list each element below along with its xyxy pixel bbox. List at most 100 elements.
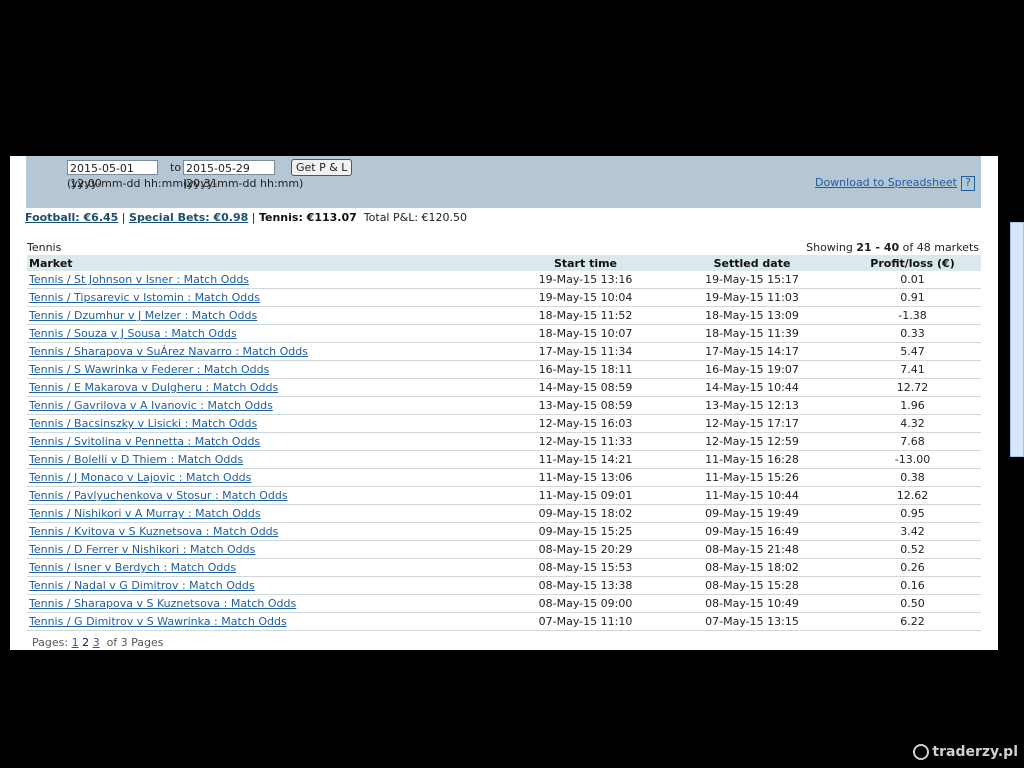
- profit-loss: 0.52: [844, 540, 981, 559]
- settled-date: 11-May-15 10:44: [660, 486, 844, 505]
- to-date-hint: (yyyy-mm-dd hh:mm): [183, 177, 304, 190]
- start-time: 08-May-15 20:29: [511, 540, 660, 559]
- page-1-link[interactable]: 1: [72, 636, 79, 649]
- section-title: Tennis: [27, 241, 62, 254]
- table-row: Tennis / Sharapova v SuÁrez Navarro : Ma…: [27, 342, 981, 361]
- settled-date: 09-May-15 16:49: [660, 522, 844, 541]
- market-link[interactable]: Tennis / Souza v J Sousa : Match Odds: [29, 327, 237, 340]
- market-link[interactable]: Tennis / Isner v Berdych : Match Odds: [29, 561, 236, 574]
- market-link[interactable]: Tennis / Dzumhur v J Melzer : Match Odds: [29, 309, 257, 322]
- market-link[interactable]: Tennis / Bolelli v D Thiem : Match Odds: [29, 453, 243, 466]
- market-link[interactable]: Tennis / Bacsinszky v Lisicki : Match Od…: [29, 417, 257, 430]
- pages-label: Pages:: [32, 636, 69, 649]
- table-row: Tennis / St Johnson v Isner : Match Odds…: [27, 271, 981, 289]
- profit-loss: 0.91: [844, 288, 981, 307]
- settled-date: 19-May-15 15:17: [660, 271, 844, 289]
- market-cell: Tennis / Gavrilova v A Ivanovic : Match …: [27, 396, 511, 415]
- market-cell: Tennis / Nishikori v A Murray : Match Od…: [27, 504, 511, 523]
- showing-prefix: Showing: [806, 241, 857, 254]
- market-cell: Tennis / Sharapova v SuÁrez Navarro : Ma…: [27, 342, 511, 361]
- from-date-input[interactable]: 2015-05-01 12:00: [67, 160, 158, 190]
- market-link[interactable]: Tennis / Sharapova v S Kuznetsova : Matc…: [29, 597, 296, 610]
- market-link[interactable]: Tennis / St Johnson v Isner : Match Odds: [29, 273, 249, 286]
- profit-loss: 0.01: [844, 271, 981, 289]
- showing-range: 21 - 40: [856, 241, 900, 254]
- download-label[interactable]: Download to Spreadsheet: [815, 176, 957, 189]
- help-icon[interactable]: ?: [961, 176, 975, 191]
- settled-date: 11-May-15 15:26: [660, 468, 844, 487]
- start-time: 09-May-15 15:25: [511, 522, 660, 541]
- start-time: 19-May-15 13:16: [511, 271, 660, 289]
- start-time: 14-May-15 08:59: [511, 378, 660, 397]
- profit-loss: 1.96: [844, 396, 981, 415]
- settled-date: 08-May-15 15:28: [660, 576, 844, 595]
- profit-loss: 0.50: [844, 594, 981, 613]
- special-bets-link[interactable]: Special Bets: €0.98: [129, 211, 248, 224]
- table-row: Tennis / Nadal v G Dimitrov : Match Odds…: [27, 576, 981, 595]
- market-cell: Tennis / Nadal v G Dimitrov : Match Odds: [27, 576, 511, 595]
- showing-suffix: of 48 markets: [899, 241, 979, 254]
- market-cell: Tennis / Bolelli v D Thiem : Match Odds: [27, 450, 511, 469]
- profit-loss: 0.38: [844, 468, 981, 487]
- start-time: 13-May-15 08:59: [511, 396, 660, 415]
- table-row: Tennis / Pavlyuchenkova v Stosur : Match…: [27, 486, 981, 505]
- market-link[interactable]: Tennis / Svitolina v Pennetta : Match Od…: [29, 435, 260, 448]
- settled-date: 07-May-15 13:15: [660, 612, 844, 631]
- football-link[interactable]: Football: €6.45: [25, 211, 118, 224]
- tennis-total: Tennis: €113.07: [258, 211, 357, 224]
- market-link[interactable]: Tennis / S Wawrinka v Federer : Match Od…: [29, 363, 269, 376]
- table-row: Tennis / Kvitova v S Kuznetsova : Match …: [27, 522, 981, 541]
- market-link[interactable]: Tennis / Nishikori v A Murray : Match Od…: [29, 507, 261, 520]
- start-time: 08-May-15 15:53: [511, 558, 660, 577]
- from-date-hint: (yyyy-mm-dd hh:mm): [67, 177, 188, 190]
- market-cell: Tennis / Isner v Berdych : Match Odds: [27, 558, 511, 577]
- profit-loss: 0.16: [844, 576, 981, 595]
- pagination: Pages: 1 2 3 of 3 Pages: [32, 636, 164, 649]
- profit-loss: 6.22: [844, 612, 981, 631]
- settled-date: 13-May-15 12:13: [660, 396, 844, 415]
- to-label: to: [170, 161, 182, 174]
- profit-loss: 3.42: [844, 522, 981, 541]
- start-time: 09-May-15 18:02: [511, 504, 660, 523]
- market-link[interactable]: Tennis / Pavlyuchenkova v Stosur : Match…: [29, 489, 288, 502]
- scrollbar-thumb[interactable]: [1010, 222, 1024, 457]
- start-time: 17-May-15 11:34: [511, 342, 660, 361]
- start-time: 11-May-15 09:01: [511, 486, 660, 505]
- market-link[interactable]: Tennis / G Dimitrov v S Wawrinka : Match…: [29, 615, 287, 628]
- table-row: Tennis / Dzumhur v J Melzer : Match Odds…: [27, 306, 981, 325]
- market-cell: Tennis / Pavlyuchenkova v Stosur : Match…: [27, 486, 511, 505]
- market-link[interactable]: Tennis / Nadal v G Dimitrov : Match Odds: [29, 579, 255, 592]
- table-row: Tennis / S Wawrinka v Federer : Match Od…: [27, 360, 981, 379]
- table-row: Tennis / Sharapova v S Kuznetsova : Matc…: [27, 594, 981, 613]
- page-3-link[interactable]: 3: [93, 636, 100, 649]
- market-link[interactable]: Tennis / Gavrilova v A Ivanovic : Match …: [29, 399, 273, 412]
- settled-date: 18-May-15 11:39: [660, 324, 844, 343]
- settled-date: 12-May-15 12:59: [660, 432, 844, 451]
- market-link[interactable]: Tennis / Tipsarevic v Istomin : Match Od…: [29, 291, 260, 304]
- table-row: Tennis / E Makarova v Dulgheru : Match O…: [27, 378, 981, 397]
- table-row: Tennis / Bacsinszky v Lisicki : Match Od…: [27, 414, 981, 433]
- settled-date: 08-May-15 10:49: [660, 594, 844, 613]
- market-cell: Tennis / Bacsinszky v Lisicki : Match Od…: [27, 414, 511, 433]
- market-link[interactable]: Tennis / J Monaco v Lajovic : Match Odds: [29, 471, 251, 484]
- to-date-input[interactable]: 2015-05-29 20:31: [183, 160, 275, 190]
- watermark-logo-icon: [913, 744, 930, 760]
- pl-summary: Football: €6.45 | Special Bets: €0.98 | …: [25, 211, 468, 224]
- market-link[interactable]: Tennis / Kvitova v S Kuznetsova : Match …: [29, 525, 278, 538]
- market-link[interactable]: Tennis / E Makarova v Dulgheru : Match O…: [29, 381, 278, 394]
- market-link[interactable]: Tennis / Sharapova v SuÁrez Navarro : Ma…: [29, 345, 308, 358]
- market-cell: Tennis / Dzumhur v J Melzer : Match Odds: [27, 306, 511, 325]
- profit-loss: 4.32: [844, 414, 981, 433]
- watermark: traderzy.pl: [913, 744, 1018, 760]
- market-link[interactable]: Tennis / D Ferrer v Nishikori : Match Od…: [29, 543, 255, 556]
- settled-date: 11-May-15 16:28: [660, 450, 844, 469]
- get-pl-button[interactable]: Get P & L: [291, 159, 353, 176]
- col-market: Market: [27, 255, 511, 271]
- start-time: 16-May-15 18:11: [511, 360, 660, 379]
- settled-date: 08-May-15 21:48: [660, 540, 844, 559]
- start-time: 12-May-15 16:03: [511, 414, 660, 433]
- download-spreadsheet-link[interactable]: Download to Spreadsheet?: [815, 176, 975, 191]
- market-cell: Tennis / Svitolina v Pennetta : Match Od…: [27, 432, 511, 451]
- table-row: Tennis / J Monaco v Lajovic : Match Odds…: [27, 468, 981, 487]
- total-pl: Total P&L: €120.50: [363, 211, 468, 224]
